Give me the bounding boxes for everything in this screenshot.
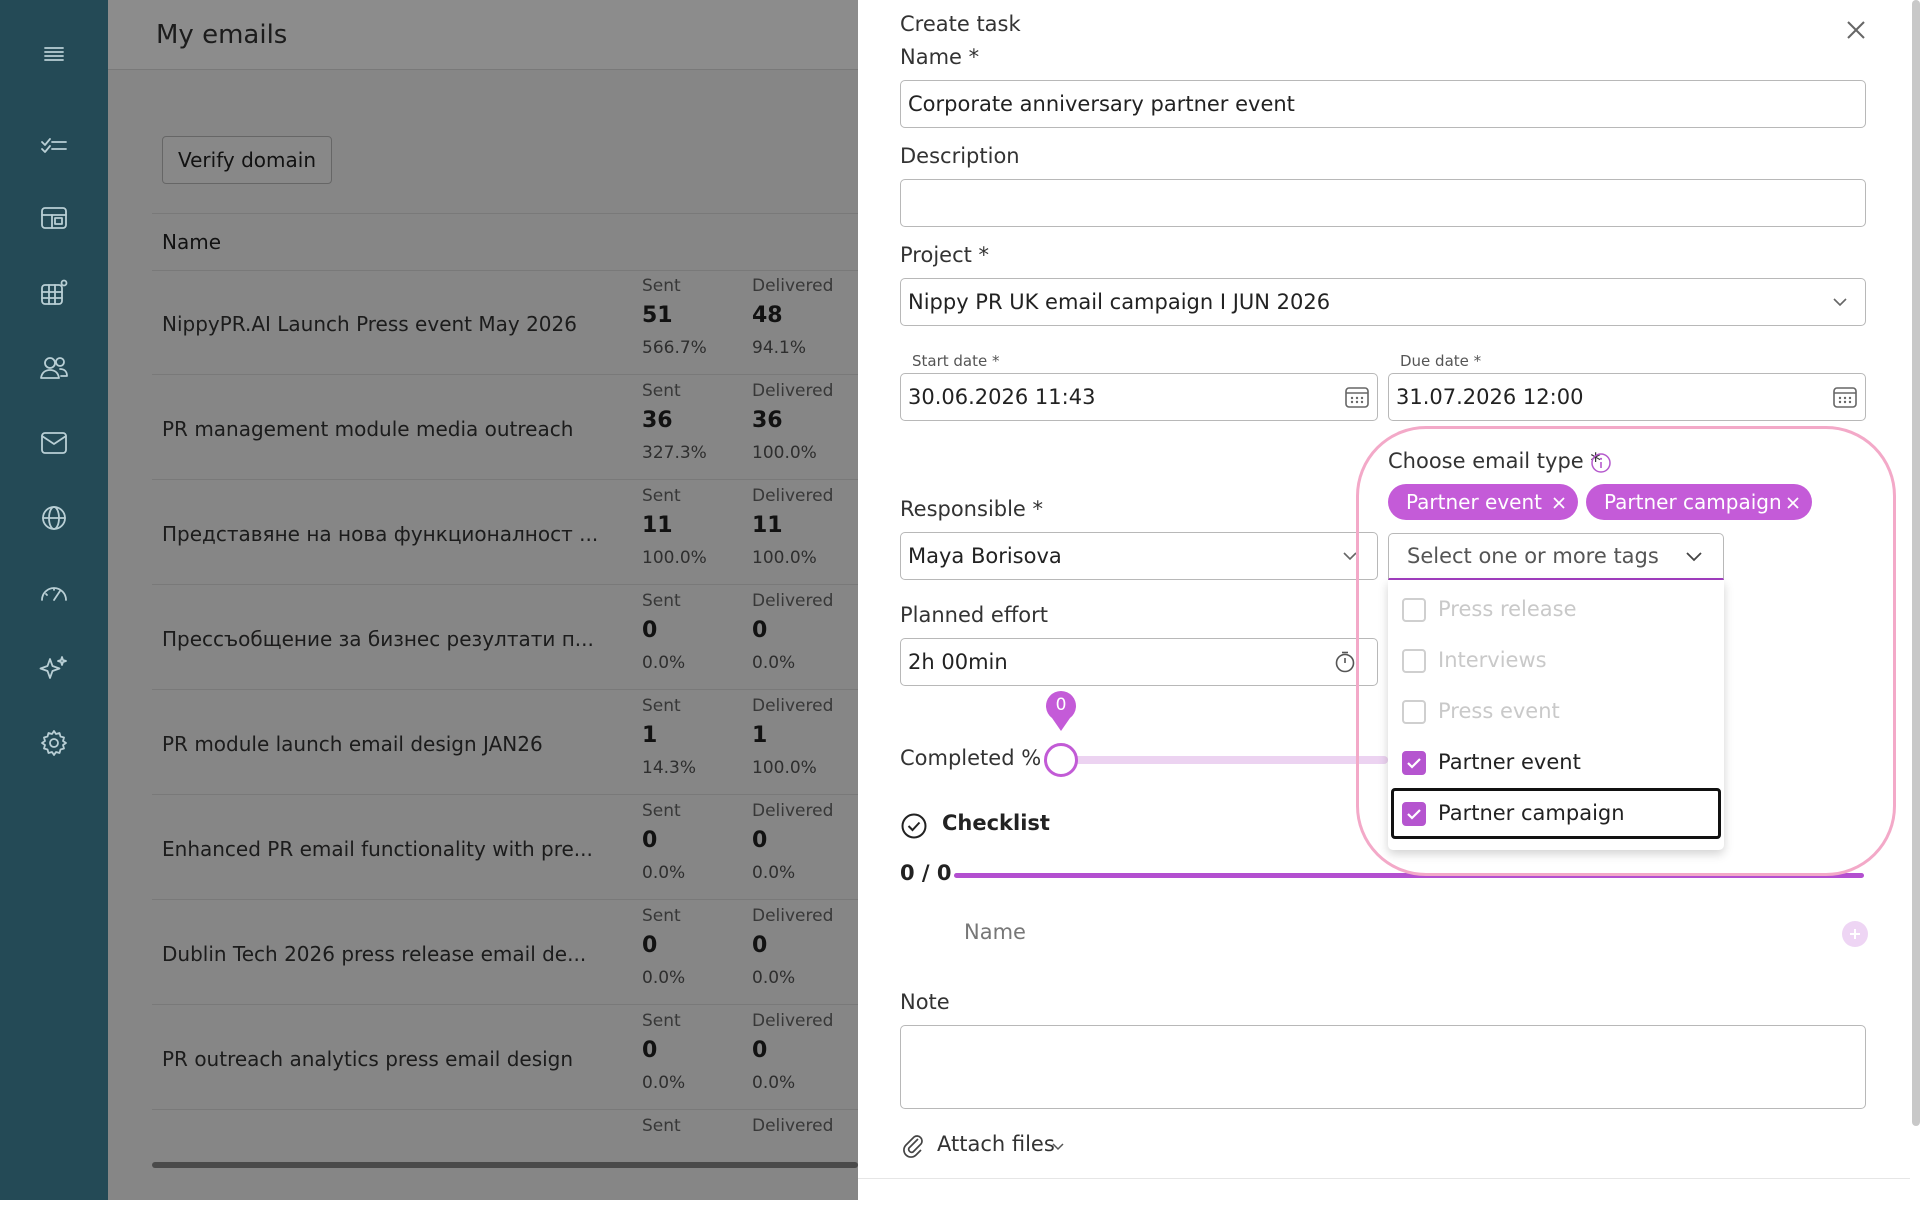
due-date-input[interactable]: 31.07.2026 12:00: [1388, 373, 1866, 421]
contacts-icon[interactable]: [36, 350, 72, 386]
project-value: Nippy PR UK email campaign I JUN 2026: [908, 290, 1331, 314]
close-icon[interactable]: [1840, 14, 1872, 46]
slider-value-bubble: 0: [1045, 690, 1077, 732]
chevron-down-icon[interactable]: [1832, 294, 1848, 310]
responsible-value: Maya Borisova: [908, 544, 1062, 568]
vertical-scrollbar[interactable]: [1912, 0, 1920, 1126]
dashboard-icon[interactable]: [36, 200, 72, 236]
modal-overlay[interactable]: [108, 0, 858, 1200]
note-label: Note: [900, 990, 950, 1014]
description-input[interactable]: [900, 179, 1866, 227]
settings-icon[interactable]: [36, 725, 72, 761]
email-icon[interactable]: [36, 425, 72, 461]
calendar-icon[interactable]: [1832, 384, 1858, 410]
task-name-input[interactable]: Corporate anniversary partner event: [900, 80, 1866, 128]
start-date-input[interactable]: 30.06.2026 11:43: [900, 373, 1378, 421]
menu-icon[interactable]: [36, 36, 72, 72]
attach-files-button[interactable]: Attach files: [937, 1132, 1055, 1156]
project-label: Project *: [900, 243, 990, 267]
due-date-label: Due date *: [1400, 352, 1482, 370]
description-label: Description: [900, 144, 1020, 168]
planned-effort-value: 2h 00min: [908, 650, 1008, 674]
completed-slider-track[interactable]: [1062, 756, 1388, 764]
check-circle-icon: [900, 812, 928, 840]
ai-sparkle-icon[interactable]: [36, 650, 72, 686]
media-icon[interactable]: [36, 500, 72, 536]
start-date-value: 30.06.2026 11:43: [908, 385, 1096, 409]
checklist-title: Checklist: [942, 811, 1050, 835]
planned-effort-label: Planned effort: [900, 603, 1049, 627]
responsible-select[interactable]: Maya Borisova: [900, 532, 1378, 580]
note-textarea[interactable]: [900, 1025, 1866, 1109]
planned-effort-input[interactable]: 2h 00min: [900, 638, 1378, 686]
projects-icon[interactable]: [36, 275, 72, 311]
name-label: Name *: [900, 45, 980, 69]
completed-slider-thumb[interactable]: [1044, 743, 1078, 777]
paperclip-icon[interactable]: [900, 1132, 926, 1158]
highlight-annotation: [1356, 426, 1896, 876]
drawer-title: Create task: [900, 12, 1021, 36]
completed-label: Completed % :: [900, 746, 1055, 770]
analytics-icon[interactable]: [36, 575, 72, 611]
create-task-drawer: Create task Name * Corporate anniversary…: [858, 0, 1920, 1200]
divider: [858, 1178, 1910, 1179]
tasks-icon[interactable]: [36, 126, 72, 162]
sidebar: [0, 0, 108, 1200]
start-date-label: Start date *: [912, 352, 1000, 370]
timer-icon[interactable]: [1333, 650, 1357, 674]
due-date-value: 31.07.2026 12:00: [1396, 385, 1584, 409]
checklist-count: 0 / 0: [900, 861, 952, 885]
project-select[interactable]: Nippy PR UK email campaign I JUN 2026: [900, 278, 1866, 326]
chevron-down-icon[interactable]: [1051, 1139, 1065, 1153]
calendar-icon[interactable]: [1344, 384, 1370, 410]
checklist-item-input[interactable]: Name: [964, 920, 1026, 944]
responsible-label: Responsible *: [900, 497, 1044, 521]
add-item-icon[interactable]: [1842, 921, 1868, 947]
slider-value: 0: [1055, 695, 1067, 715]
